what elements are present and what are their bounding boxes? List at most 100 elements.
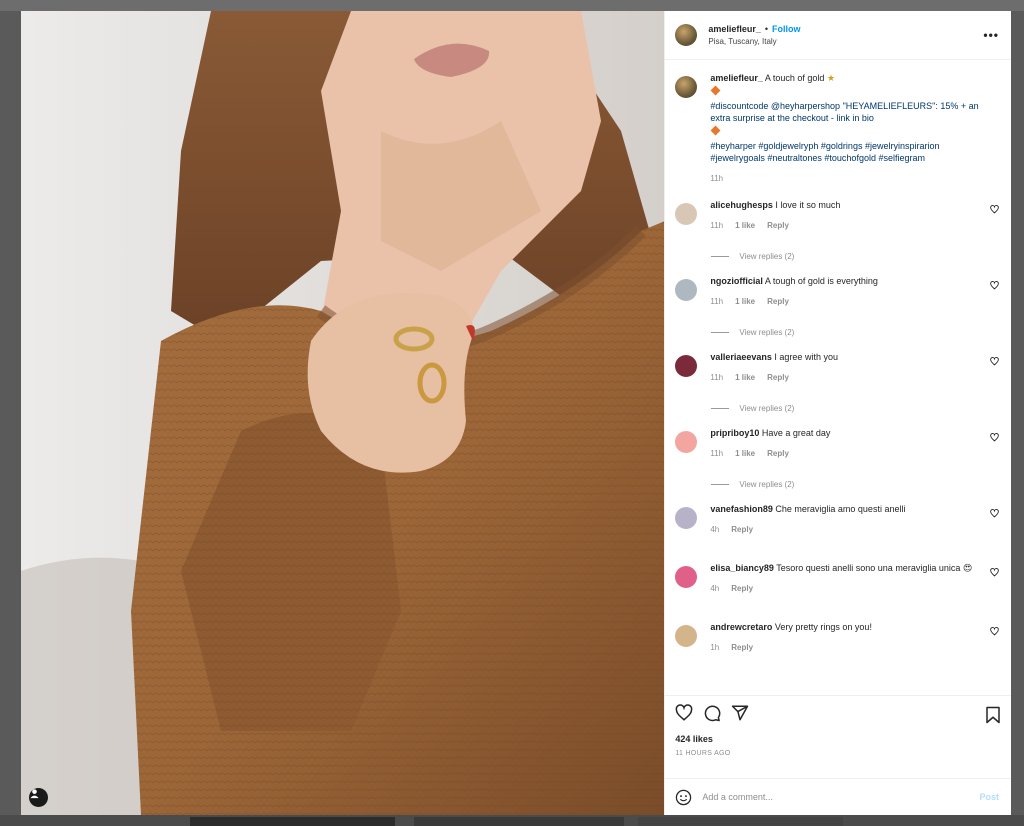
comment-heart-icon[interactable]: [990, 281, 999, 290]
comment-text: I agree with you: [774, 352, 838, 362]
comment-likes[interactable]: 1 like: [735, 220, 755, 232]
comment-heart-icon[interactable]: [990, 509, 999, 518]
comment-icon[interactable]: [703, 704, 721, 722]
view-replies-button[interactable]: View replies (2): [711, 252, 1001, 261]
commenter-avatar[interactable]: [675, 507, 698, 529]
likes-count[interactable]: 424 likes: [675, 734, 1001, 744]
person-glyph: [30, 789, 39, 799]
photo-illustration: [21, 11, 665, 815]
comment-item: pripriboy10 Have a great day 11h 1 like …: [675, 427, 1001, 460]
post-button[interactable]: Post: [979, 792, 999, 802]
commenter-avatar[interactable]: [675, 625, 698, 647]
caption-author-avatar[interactable]: [675, 76, 698, 98]
comment-time: 4h: [710, 584, 720, 593]
view-replies-label: View replies (2): [739, 480, 795, 489]
commenter-avatar[interactable]: [675, 431, 698, 453]
emoji-icon[interactable]: [675, 789, 692, 806]
comment-username[interactable]: andrewcretaro: [710, 622, 772, 632]
add-comment-bar: Add a comment... Post: [665, 778, 1011, 815]
reply-button[interactable]: Reply: [767, 220, 789, 232]
post-actions: 424 likes 11 HOURS AGO: [665, 695, 1011, 778]
comment-username[interactable]: valleriaeevans: [710, 352, 772, 362]
comment-time: 4h: [710, 525, 720, 534]
location-link[interactable]: Pisa, Tuscany, Italy: [708, 37, 800, 46]
comment-heart-icon[interactable]: [990, 205, 999, 214]
more-options-icon[interactable]: •••: [983, 28, 999, 42]
caption-emoji-icon: ★: [826, 73, 836, 83]
caption-title: A touch of gold: [764, 73, 825, 83]
post-time: 11 HOURS AGO: [675, 750, 731, 757]
view-replies-label: View replies (2): [739, 252, 795, 261]
comment-item: valleriaeevans I agree with you 11h 1 li…: [675, 351, 1001, 384]
comment-text: I love it so much: [775, 200, 841, 210]
background-bottom-bar: [0, 815, 1024, 826]
comment-text: Tesoro questi anelli sono una meraviglia…: [776, 563, 961, 573]
post-photo[interactable]: [21, 11, 665, 815]
comment-username[interactable]: ngoziofficial: [710, 276, 763, 286]
comment-likes[interactable]: 1 like: [735, 296, 755, 308]
caption-time: 11h: [710, 174, 724, 183]
post-header: ameliefleur_ • Follow Pisa, Tuscany, Ita…: [665, 11, 1011, 60]
comment-heart-icon[interactable]: [990, 568, 999, 577]
comment-username[interactable]: elisa_biancy89: [710, 563, 774, 573]
post-modal: ameliefleur_ • Follow Pisa, Tuscany, Ita…: [21, 11, 1011, 815]
comment-item: elisa_biancy89 Tesoro questi anelli sono…: [675, 562, 1001, 595]
comment-username[interactable]: vanefashion89: [710, 504, 773, 514]
post-side-panel: ameliefleur_ • Follow Pisa, Tuscany, Ita…: [664, 11, 1011, 815]
comment-text: Have a great day: [761, 428, 831, 438]
caption-hashtags[interactable]: #heyharper #goldjewelryph #goldrings #je…: [710, 140, 985, 164]
comment-item: vanefashion89 Che meraviglia amo questi …: [675, 503, 1001, 536]
comment-likes[interactable]: 1 like: [735, 448, 755, 460]
comment-username[interactable]: pripriboy10: [710, 428, 759, 438]
reply-button[interactable]: Reply: [731, 642, 753, 654]
follow-button[interactable]: Follow: [772, 24, 801, 34]
comment-time: 1h: [710, 643, 720, 652]
caption-username[interactable]: ameliefleur_: [710, 73, 763, 83]
comment-heart-icon[interactable]: [990, 627, 999, 636]
view-replies-label: View replies (2): [739, 404, 795, 413]
view-replies-button[interactable]: View replies (2): [711, 480, 1001, 489]
comment-username[interactable]: alicehughesps: [710, 200, 773, 210]
background-thumbnail: [190, 817, 395, 826]
background-thumbnail: [414, 817, 624, 826]
background-top-bar: [0, 0, 1024, 11]
comment-heart-icon[interactable]: [990, 433, 999, 442]
commenter-avatar[interactable]: [675, 203, 698, 225]
share-icon[interactable]: [731, 704, 749, 722]
comment-likes[interactable]: 1 like: [735, 372, 755, 384]
reply-button[interactable]: Reply: [731, 583, 753, 595]
reply-button[interactable]: Reply: [767, 448, 789, 460]
reply-button[interactable]: Reply: [767, 372, 789, 384]
comment-item: alicehughesps I love it so much 11h 1 li…: [675, 199, 1001, 232]
diamond-emoji-icon: [710, 125, 721, 136]
user-tag-icon[interactable]: [29, 788, 48, 807]
bookmark-icon[interactable]: [985, 706, 1001, 724]
heart-icon[interactable]: [675, 704, 693, 722]
author-username[interactable]: ameliefleur_: [708, 24, 761, 34]
commenter-avatar[interactable]: [675, 355, 698, 377]
view-replies-button[interactable]: View replies (2): [711, 328, 1001, 337]
commenter-avatar[interactable]: [675, 279, 698, 301]
comment-text: A tough of gold is everything: [764, 276, 878, 286]
comment-text: Che meraviglia amo questi anelli: [775, 504, 906, 514]
comment-time: 11h: [710, 297, 724, 306]
comment-heart-icon[interactable]: [990, 357, 999, 366]
comment-item: ngoziofficial A tough of gold is everyth…: [675, 275, 1001, 308]
caption-discount-text[interactable]: #discountcode @heyharpershop "HEYAMELIEF…: [710, 100, 985, 124]
comment-time: 11h: [710, 449, 724, 458]
view-replies-button[interactable]: View replies (2): [711, 404, 1001, 413]
diamond-emoji-icon: [710, 85, 721, 96]
comment-input[interactable]: Add a comment...: [702, 792, 773, 802]
author-avatar[interactable]: [675, 24, 698, 46]
separator-dot: •: [764, 24, 769, 34]
reply-button[interactable]: Reply: [767, 296, 789, 308]
reply-button[interactable]: Reply: [731, 524, 753, 536]
comment-time: 11h: [710, 221, 724, 230]
background-thumbnail: [638, 817, 843, 826]
heart-eyes-emoji-icon: 😍: [962, 563, 973, 573]
comment-time: 11h: [710, 373, 724, 382]
comment-text: Very pretty rings on you!: [774, 622, 872, 632]
comments-list[interactable]: ameliefleur_ A touch of gold ★ #discount…: [665, 60, 1011, 695]
view-replies-label: View replies (2): [739, 328, 795, 337]
commenter-avatar[interactable]: [675, 566, 698, 588]
